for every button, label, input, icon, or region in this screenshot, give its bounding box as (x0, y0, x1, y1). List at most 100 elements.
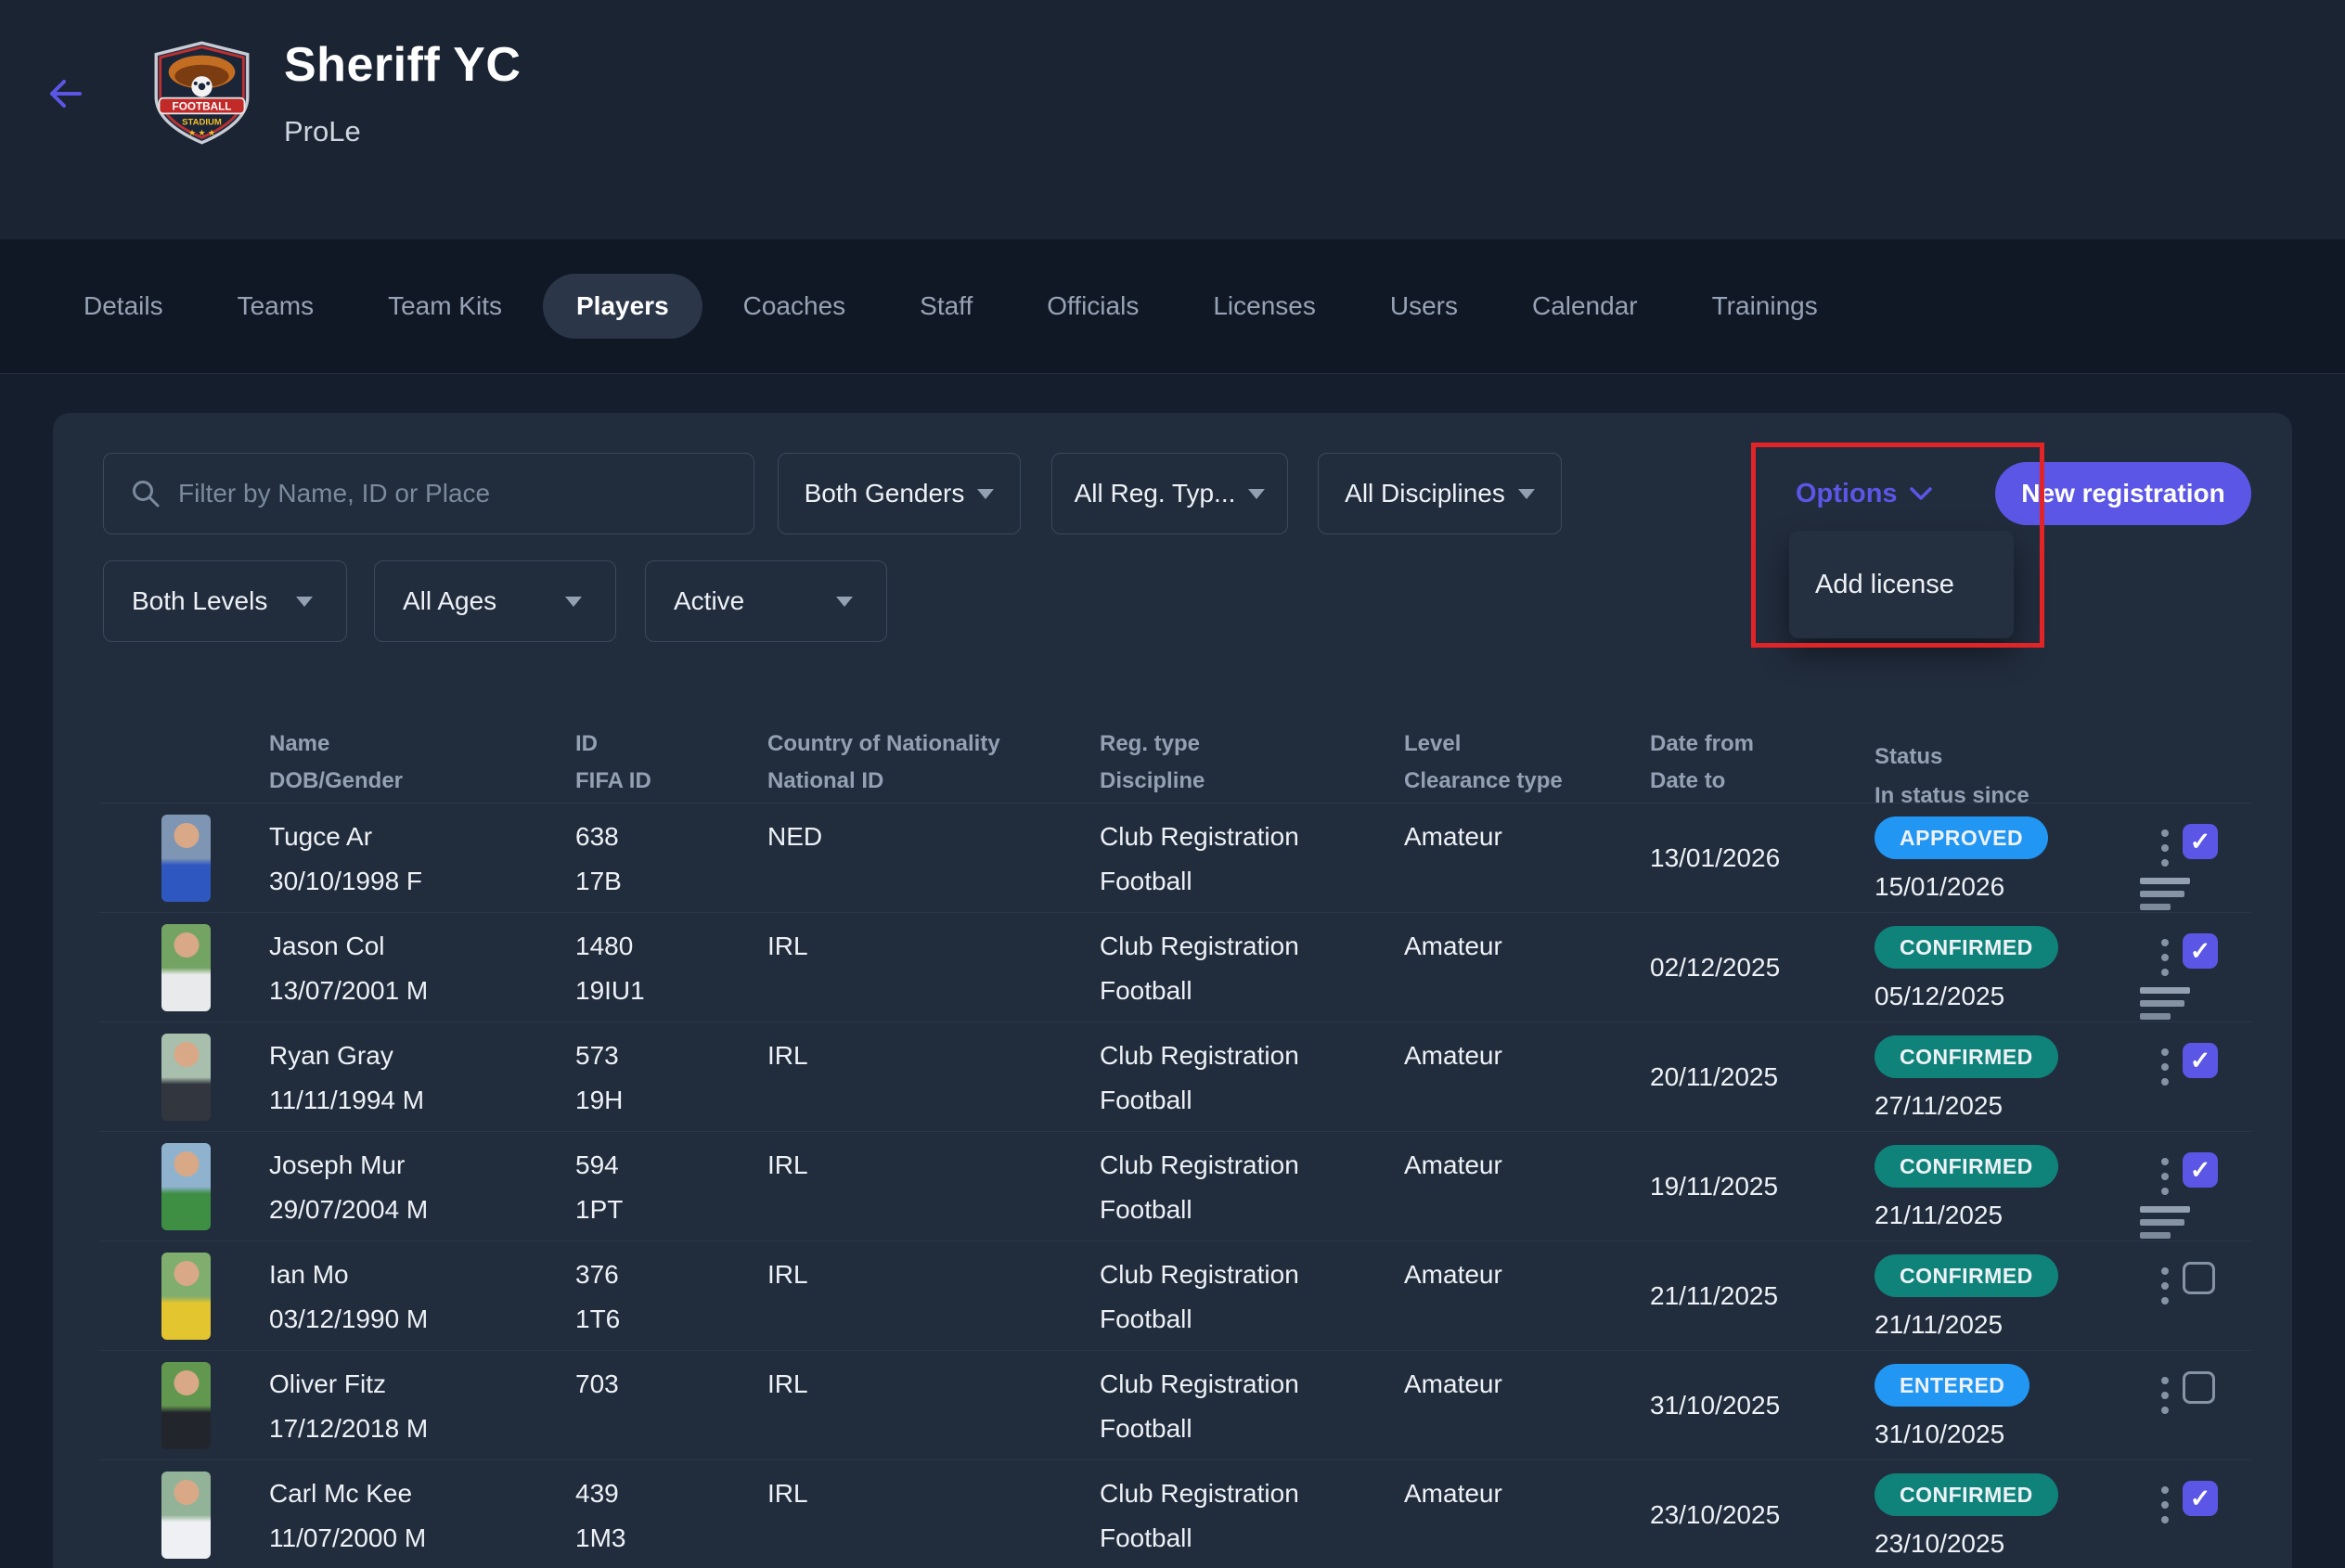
kebab-menu-icon[interactable] (2159, 1156, 2171, 1197)
tab-bar: Details Teams Team Kits Players Coaches Staff… (0, 239, 2345, 374)
table-row[interactable]: Tugce Ar30/10/1998 F63817BNEDClub Regist… (99, 803, 2251, 913)
table-row[interactable]: Jason Col13/07/2001 M148019IU1IRLClub Re… (99, 913, 2251, 1022)
club-league-subtitle: ProLe (284, 115, 361, 148)
tab-staff[interactable]: Staff (920, 291, 973, 321)
filter-select[interactable]: All Reg. Typ... (1051, 453, 1288, 534)
filter-select[interactable]: All Ages (374, 560, 616, 642)
kebab-menu-icon[interactable] (2159, 1484, 2171, 1525)
date-from: 19/11/2025 (1650, 1172, 1778, 1202)
cell-status: CONFIRMED05/12/2025 (1875, 913, 2058, 1022)
new-registration-button[interactable]: New registration (1995, 462, 2251, 525)
tab-calendar[interactable]: Calendar (1532, 291, 1638, 321)
kebab-menu-icon[interactable] (2159, 828, 2171, 868)
avatar-head (174, 1480, 199, 1505)
player-photo (161, 1472, 211, 1559)
options-button[interactable]: Options (1796, 475, 1933, 512)
kebab-menu-icon[interactable] (2159, 1047, 2171, 1087)
column-header-reg-type: Reg. typeDiscipline (1100, 731, 1205, 794)
column-header-country-of-nationality: Country of NationalityNational ID (767, 731, 1000, 794)
search-icon (130, 478, 161, 509)
search-input[interactable] (178, 479, 735, 508)
tab-licenses[interactable]: Licenses (1213, 291, 1316, 321)
cell-id: 4391M3 (575, 1460, 625, 1568)
filter-select[interactable]: Both Levels (103, 560, 347, 642)
tab-players[interactable]: Players (543, 274, 702, 339)
cell-country: IRL (767, 1351, 808, 1459)
filter-select[interactable]: Active (645, 560, 887, 642)
svg-text:★ ★ ★: ★ ★ ★ (188, 128, 215, 137)
filter-select[interactable]: Both Genders (778, 453, 1021, 534)
tab-coaches[interactable]: Coaches (743, 291, 846, 321)
logo-text-line1: FOOTBALL (173, 100, 232, 112)
player-level: Amateur (1404, 1260, 1502, 1290)
kebab-menu-icon[interactable] (2159, 937, 2171, 978)
header-line2: National ID (767, 768, 1000, 794)
player-fifa-id: 19H (575, 1086, 623, 1115)
player-dob-gender: 11/11/1994 M (269, 1086, 424, 1115)
kebab-menu-icon[interactable] (2159, 1375, 2171, 1416)
player-id: 376 (575, 1260, 620, 1290)
notes-lines-icon[interactable] (2140, 987, 2190, 1020)
chevron-down-icon (296, 597, 313, 607)
tab-officials[interactable]: Officials (1047, 291, 1139, 321)
row-checkbox[interactable] (2183, 1371, 2215, 1404)
row-actions: ✓ (2136, 1132, 2257, 1240)
cell-level: Amateur (1404, 1022, 1502, 1131)
player-photo (161, 1143, 211, 1230)
discipline: Football (1100, 867, 1299, 896)
chevron-down-icon (1909, 485, 1933, 502)
back-button[interactable] (46, 78, 84, 109)
tab-details[interactable]: Details (84, 291, 163, 321)
tab-users[interactable]: Users (1390, 291, 1458, 321)
table-header-row: NameDOB/GenderIDFIFA IDCountry of Nation… (99, 724, 2251, 803)
table-row[interactable]: Carl Mc Kee11/07/2000 M4391M3IRLClub Reg… (99, 1460, 2251, 1568)
menu-item-add-license[interactable]: Add license (1789, 570, 1954, 600)
tab-team-kits[interactable]: Team Kits (388, 291, 502, 321)
status-badge: CONFIRMED (1875, 1145, 2058, 1188)
row-actions: ✓ (2136, 803, 2257, 912)
tab-trainings[interactable]: Trainings (1712, 291, 1818, 321)
cell-reg-type: Club RegistrationFootball (1100, 1351, 1299, 1459)
table-row[interactable]: Oliver Fitz17/12/2018 M703IRLClub Regist… (99, 1351, 2251, 1460)
player-id: 594 (575, 1150, 623, 1180)
row-checkbox[interactable]: ✓ (2183, 824, 2218, 859)
cell-country: IRL (767, 1022, 808, 1131)
notes-lines-icon[interactable] (2140, 1206, 2190, 1239)
club-header: FOOTBALL STADIUM ★ ★ ★ Sheriff YC ProLe (0, 0, 2345, 239)
cell-date-from: 02/12/2025 (1650, 913, 1780, 1022)
cell-status: ENTERED31/10/2025 (1875, 1351, 2029, 1459)
reg-type: Club Registration (1100, 932, 1299, 961)
discipline: Football (1100, 1305, 1299, 1334)
notes-lines-icon[interactable] (2140, 878, 2190, 910)
status-badge: ENTERED (1875, 1364, 2029, 1407)
row-checkbox[interactable] (2183, 1262, 2215, 1294)
tab-teams[interactable]: Teams (238, 291, 314, 321)
table-row[interactable]: Ryan Gray11/11/1994 M57319HIRLClub Regis… (99, 1022, 2251, 1132)
header-line1: Status (1875, 744, 2029, 770)
row-checkbox[interactable]: ✓ (2183, 1152, 2218, 1188)
discipline: Football (1100, 1523, 1299, 1553)
reg-type: Club Registration (1100, 1479, 1299, 1509)
cell-status: CONFIRMED21/11/2025 (1875, 1241, 2058, 1350)
row-checkbox[interactable]: ✓ (2183, 933, 2218, 969)
club-logo: FOOTBALL STADIUM ★ ★ ★ (148, 41, 255, 145)
discipline: Football (1100, 976, 1299, 1006)
cell-level: Amateur (1404, 1132, 1502, 1240)
cell-name: Oliver Fitz17/12/2018 M (269, 1351, 428, 1459)
filter-select[interactable]: All Disciplines (1318, 453, 1562, 534)
row-checkbox[interactable]: ✓ (2183, 1043, 2218, 1078)
row-checkbox[interactable]: ✓ (2183, 1481, 2218, 1516)
column-header-date-from: Date fromDate to (1650, 731, 1754, 794)
player-country: IRL (767, 1479, 808, 1509)
players-table: NameDOB/GenderIDFIFA IDCountry of Nation… (99, 724, 2251, 1568)
cell-country: IRL (767, 913, 808, 1022)
chevron-down-icon (565, 597, 582, 607)
table-row[interactable]: Joseph Mur29/07/2004 M5941PTIRLClub Regi… (99, 1132, 2251, 1241)
kebab-menu-icon[interactable] (2159, 1266, 2171, 1306)
cell-level: Amateur (1404, 913, 1502, 1022)
player-id: 573 (575, 1041, 623, 1071)
avatar-head (174, 1042, 199, 1067)
player-id: 1480 (575, 932, 645, 961)
player-name: Tugce Ar (269, 822, 422, 852)
table-row[interactable]: Ian Mo03/12/1990 M3761T6IRLClub Registra… (99, 1241, 2251, 1351)
